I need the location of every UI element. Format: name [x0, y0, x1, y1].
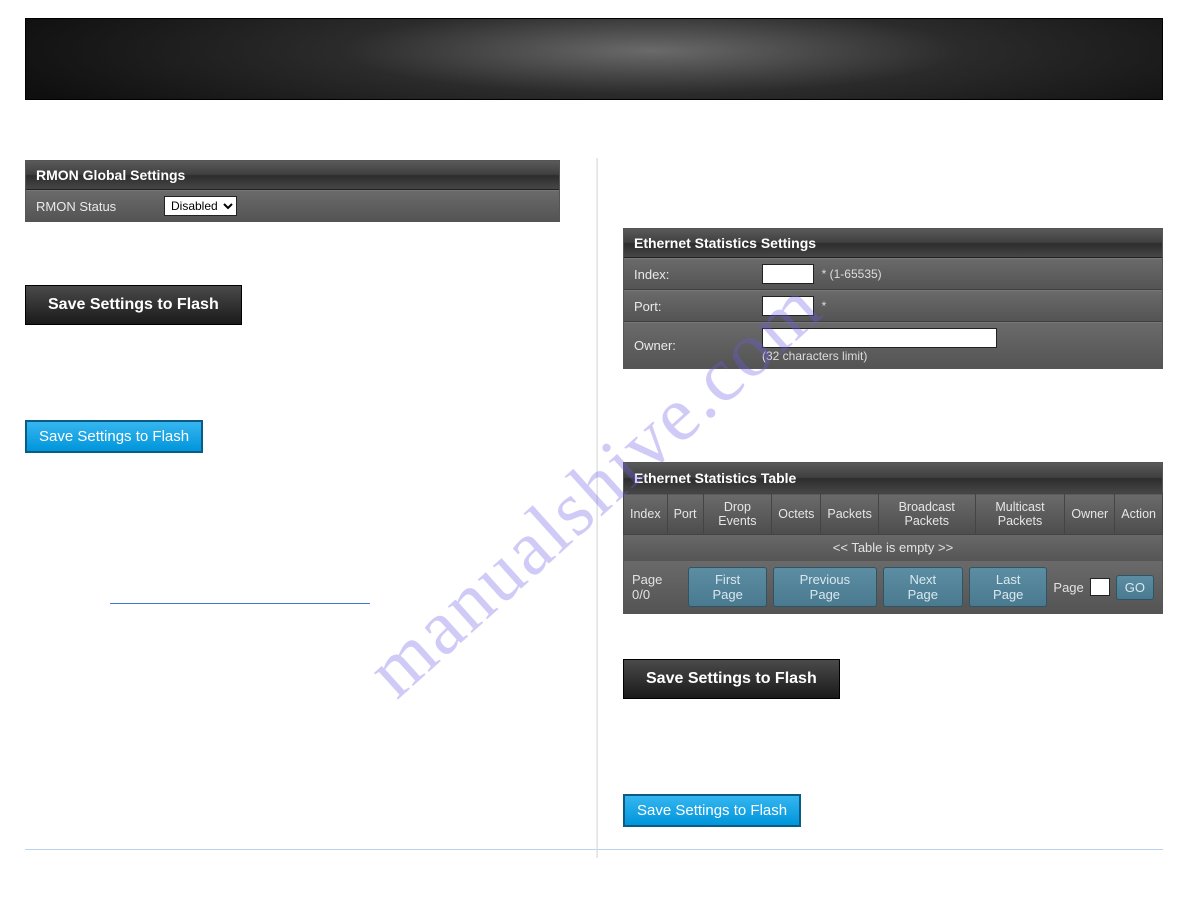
- index-hint: * (1-65535): [822, 267, 882, 281]
- footer-rule: [25, 849, 1163, 850]
- column-divider: [596, 158, 598, 858]
- save-flash-blue-button-right[interactable]: Save Settings to Flash: [623, 794, 801, 827]
- rmon-status-label: RMON Status: [26, 192, 156, 221]
- table-empty-message: << Table is empty >>: [623, 535, 1163, 561]
- port-label: Port:: [624, 292, 754, 321]
- col-owner: Owner: [1065, 494, 1115, 535]
- eth-stats-settings-title: Ethernet Statistics Settings: [624, 229, 1162, 258]
- go-button[interactable]: GO: [1116, 575, 1154, 600]
- col-packets: Packets: [821, 494, 878, 535]
- first-page-button[interactable]: First Page: [688, 567, 767, 607]
- owner-hint: (32 characters limit): [762, 349, 867, 363]
- last-page-button[interactable]: Last Page: [969, 567, 1047, 607]
- section-rule: [110, 603, 370, 604]
- pager: Page 0/0 First Page Previous Page Next P…: [623, 561, 1163, 614]
- eth-stats-table-title: Ethernet Statistics Table: [623, 462, 1163, 493]
- save-flash-dark-button-right[interactable]: Save Settings to Flash: [623, 659, 840, 699]
- owner-label: Owner:: [624, 331, 754, 360]
- col-bcast: Broadcast Packets: [878, 494, 975, 535]
- page-input[interactable]: [1090, 578, 1110, 596]
- col-octets: Octets: [772, 494, 821, 535]
- rmon-global-title: RMON Global Settings: [26, 161, 559, 190]
- port-hint: *: [822, 299, 827, 313]
- save-flash-dark-button-left[interactable]: Save Settings to Flash: [25, 285, 242, 325]
- col-action: Action: [1115, 494, 1163, 535]
- col-index: Index: [624, 494, 668, 535]
- index-input[interactable]: [762, 264, 814, 284]
- col-drop: Drop Events: [703, 494, 772, 535]
- col-port: Port: [667, 494, 703, 535]
- col-mcast: Multicast Packets: [975, 494, 1065, 535]
- next-page-button[interactable]: Next Page: [883, 567, 963, 607]
- page-indicator: Page 0/0: [632, 572, 682, 602]
- index-label: Index:: [624, 260, 754, 289]
- save-flash-blue-button-left[interactable]: Save Settings to Flash: [25, 420, 203, 453]
- eth-stats-settings-panel: Ethernet Statistics Settings Index: * (1…: [623, 228, 1163, 369]
- eth-stats-table-wrapper: Ethernet Statistics Table Index Port Dro…: [623, 462, 1163, 614]
- table-header-row: Index Port Drop Events Octets Packets Br…: [624, 494, 1163, 535]
- port-input[interactable]: [762, 296, 814, 316]
- left-column: RMON Global Settings RMON Status Disable…: [25, 100, 593, 827]
- eth-stats-table: Index Port Drop Events Octets Packets Br…: [623, 493, 1163, 535]
- header-banner: [25, 18, 1163, 100]
- page-label: Page: [1053, 580, 1083, 595]
- right-column: Ethernet Statistics Settings Index: * (1…: [593, 100, 1163, 827]
- rmon-global-panel: RMON Global Settings RMON Status Disable…: [25, 160, 560, 222]
- prev-page-button[interactable]: Previous Page: [773, 567, 876, 607]
- rmon-status-select[interactable]: Disabled: [164, 196, 237, 216]
- owner-input[interactable]: [762, 328, 997, 348]
